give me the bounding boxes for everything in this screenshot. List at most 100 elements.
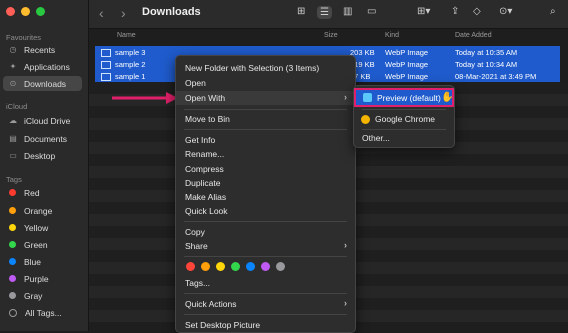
tag-color-blue[interactable] (246, 262, 255, 271)
menu-item-open[interactable]: Open (176, 76, 355, 90)
column-kind[interactable]: Kind (385, 32, 399, 39)
sidebar-item-downloads[interactable]: ⊙ Downloads (3, 76, 82, 91)
submenu-item-preview[interactable]: Preview (default) (354, 88, 454, 107)
column-name[interactable]: Name (117, 32, 136, 39)
mouse-cursor-icon: ✋ (441, 92, 454, 103)
menu-item-new-folder[interactable]: New Folder with Selection (3 Items) (176, 61, 355, 75)
file-name: sample 2 (115, 60, 146, 69)
tag-all[interactable]: All Tags... (3, 305, 82, 320)
chevron-right-icon: › (344, 298, 347, 308)
tag-label: Gray (24, 290, 43, 301)
group-icon[interactable]: ⊞▾ (417, 6, 430, 17)
tag-color-yellow[interactable] (216, 262, 225, 271)
menu-separator (184, 256, 347, 257)
file-date: Today at 10:34 AM (455, 60, 518, 69)
sidebar-item-desktop[interactable]: ▭ Desktop (3, 148, 82, 163)
document-icon: ▤ (9, 134, 17, 143)
menu-separator (184, 109, 347, 110)
file-date: Today at 10:35 AM (455, 48, 518, 57)
menu-item-get-info[interactable]: Get Info (176, 133, 355, 147)
tag-dot-icon (9, 241, 16, 248)
tag-dot-icon (9, 207, 16, 214)
menu-item-copy[interactable]: Copy (176, 225, 355, 239)
menu-item-rename[interactable]: Rename... (176, 147, 355, 161)
back-icon[interactable]: ‹ (99, 5, 104, 21)
file-kind: WebP Image (385, 72, 429, 81)
tag-color-purple[interactable] (261, 262, 270, 271)
tag-dot-icon (9, 292, 16, 299)
tag-dot-icon (9, 189, 16, 196)
desktop-icon: ▭ (9, 151, 17, 160)
sidebar-item-label: Documents (24, 133, 67, 144)
tag-green[interactable]: Green (3, 237, 82, 252)
tag-icon[interactable]: ◇ (473, 6, 481, 17)
menu-item-quick-actions[interactable]: Quick Actions › (176, 297, 355, 311)
column-date-added[interactable]: Date Added (455, 32, 492, 39)
list-view-icon[interactable]: ☰ (317, 6, 332, 19)
tag-color-green[interactable] (231, 262, 240, 271)
clock-icon: ◷ (9, 45, 17, 54)
tag-red[interactable]: Red (3, 185, 82, 200)
sidebar-item-icloud-drive[interactable]: ☁ iCloud Drive (3, 113, 82, 128)
menu-label: Duplicate (185, 178, 221, 188)
tag-blue[interactable]: Blue (3, 254, 82, 269)
tag-color-red[interactable] (186, 262, 195, 271)
tag-gray[interactable]: Gray (3, 288, 82, 303)
menu-label: Tags... (185, 278, 211, 288)
tag-yellow[interactable]: Yellow (3, 220, 82, 235)
tag-orange[interactable]: Orange (3, 203, 82, 218)
menu-separator (362, 129, 446, 130)
column-view-icon[interactable]: ▥ (343, 6, 352, 17)
chevron-right-icon: › (344, 92, 347, 102)
menu-item-duplicate[interactable]: Duplicate (176, 176, 355, 190)
menu-label: New Folder with Selection (3 Items) (185, 63, 320, 73)
zoom-button[interactable] (36, 7, 45, 16)
menu-item-quick-look[interactable]: Quick Look (176, 204, 355, 218)
file-name: sample 3 (115, 48, 146, 57)
close-button[interactable] (6, 7, 15, 16)
sidebar: Favourites ◷ Recents ✦ Applications ⊙ Do… (0, 0, 89, 331)
submenu-item-chrome[interactable]: Google Chrome (354, 112, 454, 126)
sidebar-item-label: iCloud Drive (24, 115, 71, 126)
menu-label: Move to Bin (185, 114, 230, 124)
menu-label: Open With (185, 93, 226, 103)
share-icon[interactable]: ⇪ (451, 6, 459, 17)
sidebar-item-recents[interactable]: ◷ Recents (3, 42, 82, 57)
submenu-label: Other... (362, 133, 390, 143)
menu-label: Quick Look (185, 206, 228, 216)
search-icon[interactable]: ⌕ (550, 6, 556, 17)
window-title: Downloads (142, 6, 201, 18)
forward-icon[interactable]: › (121, 5, 126, 21)
icon-view-icon[interactable]: ⊞ (297, 6, 305, 17)
menu-separator (184, 221, 347, 222)
tag-color-orange[interactable] (201, 262, 210, 271)
column-size[interactable]: Size (324, 32, 338, 39)
submenu-item-other[interactable]: Other... (354, 131, 454, 145)
tag-color-gray[interactable] (276, 262, 285, 271)
image-file-icon (101, 49, 111, 58)
menu-item-open-with[interactable]: Open With › (176, 91, 355, 105)
more-icon[interactable]: ⊙▾ (499, 6, 512, 17)
sidebar-item-applications[interactable]: ✦ Applications (3, 59, 82, 74)
submenu-label: Preview (default) (377, 92, 441, 103)
gallery-view-icon[interactable]: ▭ (367, 6, 376, 17)
tag-purple[interactable]: Purple (3, 271, 82, 286)
annotation-arrow-icon (112, 92, 178, 104)
menu-item-compress[interactable]: Compress (176, 162, 355, 176)
menu-item-make-alias[interactable]: Make Alias (176, 190, 355, 204)
menu-label: Share (185, 241, 208, 251)
applications-icon: ✦ (9, 62, 17, 71)
menu-item-share[interactable]: Share › (176, 239, 355, 253)
toolbar: ‹ › Downloads ⊞ ☰ ▥ ▭ ⊞▾ ⇪ ◇ ⊙▾ ⌕ (89, 0, 568, 29)
menu-item-tags[interactable]: Tags... (176, 276, 355, 290)
minimize-button[interactable] (21, 7, 30, 16)
tag-label: Yellow (24, 222, 49, 233)
section-favourites: Favourites (6, 33, 42, 42)
menu-separator (362, 109, 446, 110)
tag-dot-icon (9, 224, 16, 231)
menu-label: Quick Actions (185, 299, 237, 309)
menu-item-set-desktop-picture[interactable]: Set Desktop Picture (176, 318, 355, 332)
menu-item-move-to-bin[interactable]: Move to Bin (176, 112, 355, 126)
sidebar-item-documents[interactable]: ▤ Documents (3, 131, 82, 146)
downloads-icon: ⊙ (9, 79, 17, 88)
